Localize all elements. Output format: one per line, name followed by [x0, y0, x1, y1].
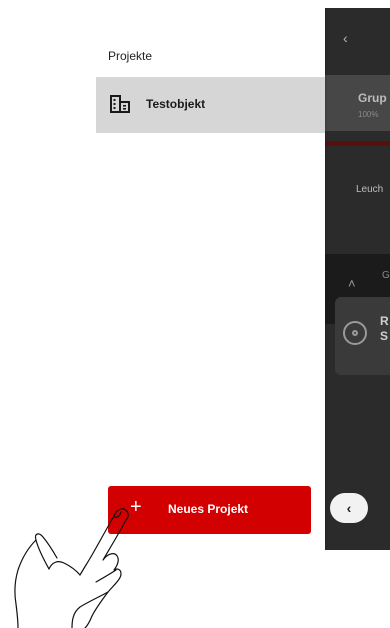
card-title-1: R [380, 314, 389, 328]
group-title: Grup [358, 91, 387, 105]
drawer-title: Projekte [108, 49, 153, 63]
new-project-button[interactable]: + Neues Projekt [108, 486, 311, 534]
background-app: ‹ Grup 100% Leuch ˄ G R S ‹ [325, 8, 390, 550]
project-item-testobjekt[interactable]: Testobjekt [96, 77, 325, 133]
lights-label: Leuch [356, 184, 384, 195]
new-project-label: Neues Projekt [168, 502, 249, 516]
chevron-up-icon[interactable]: ˄ [348, 276, 356, 291]
card-title-2: S [380, 329, 389, 343]
phone-screen: ‹ Grup 100% Leuch ˄ G R S ‹ Projekte Tes… [96, 8, 390, 550]
location-icon [343, 321, 367, 345]
chevron-left-icon[interactable]: ‹ [343, 30, 348, 46]
chevron-left-icon: ‹ [346, 500, 352, 516]
project-label: Testobjekt [146, 97, 206, 111]
projects-drawer: Projekte Testobjekt + Neues Projekt [96, 8, 325, 550]
band-text: G [382, 270, 390, 281]
plus-icon: + [130, 496, 142, 518]
building-icon [110, 95, 130, 113]
group-subtitle: 100% [358, 110, 379, 119]
collapse-drawer-button[interactable]: ‹ [330, 493, 368, 523]
accent-bar [325, 141, 390, 146]
